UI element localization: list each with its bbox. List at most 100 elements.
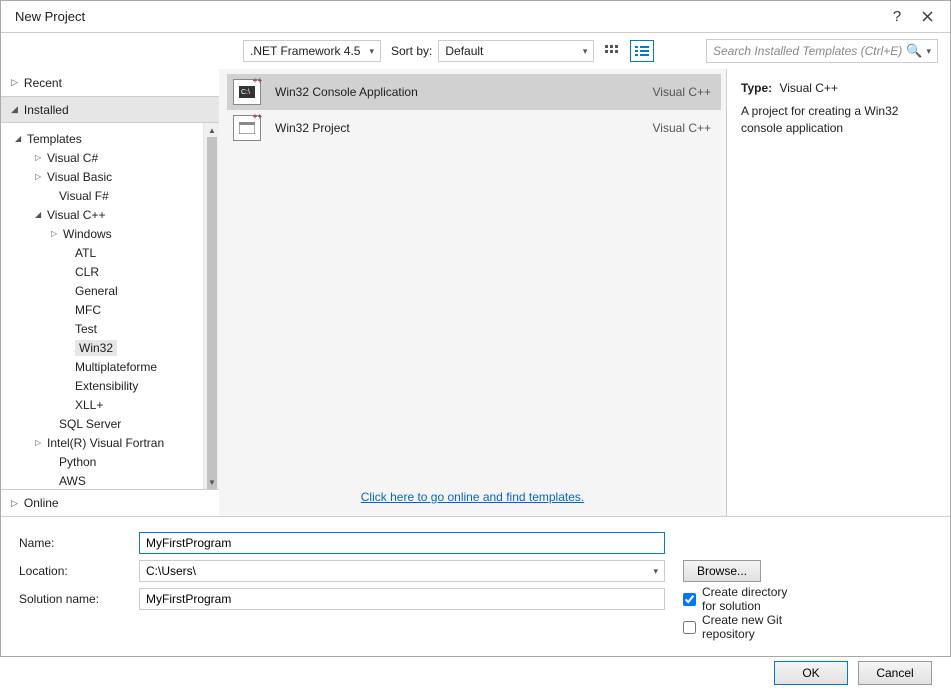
tree-node[interactable]: CLR — [1, 262, 203, 281]
tree-node[interactable]: ▷Visual C# — [1, 148, 203, 167]
project-name-input[interactable] — [139, 532, 665, 554]
online-templates-link[interactable]: Click here to go online and find templat… — [361, 490, 584, 504]
nav-online[interactable]: ▷ Online — [1, 489, 219, 516]
create-git-checkbox-label[interactable]: Create new Git repository — [683, 613, 803, 641]
tree-expand-icon: ◢ — [35, 210, 47, 219]
nav-recent[interactable]: ▷ Recent — [1, 69, 219, 96]
framework-value: .NET Framework 4.5 — [250, 44, 360, 58]
tree-node-label: Multiplateforme — [75, 360, 157, 374]
view-grid-button[interactable] — [600, 40, 624, 62]
chevron-down-icon: ▾ — [369, 46, 374, 57]
nav-installed-label: Installed — [24, 103, 69, 117]
tree-node[interactable]: ▷Visual Basic — [1, 167, 203, 186]
details-type-label: Type: — [741, 81, 772, 95]
tree-root-templates[interactable]: ◢ Templates — [1, 129, 203, 148]
search-icon: 🔍 — [906, 43, 922, 59]
name-label: Name: — [19, 536, 139, 550]
template-lang: Visual C++ — [653, 121, 711, 135]
scroll-down-icon[interactable]: ▼ — [204, 475, 219, 489]
template-list: C:\Win32 Console ApplicationVisual C++Wi… — [219, 69, 726, 146]
tree-node[interactable]: Win32 — [1, 338, 203, 357]
details-type-value: Visual C++ — [779, 81, 837, 95]
chevron-down-icon: ◢ — [11, 104, 18, 115]
scroll-thumb[interactable] — [207, 137, 217, 489]
ok-button[interactable]: OK — [774, 661, 848, 685]
tree-expand-icon: ▷ — [35, 153, 47, 162]
tree-node-label: ATL — [75, 246, 96, 260]
create-directory-checkbox-label[interactable]: Create directory for solution — [683, 585, 803, 613]
sortby-label: Sort by: — [391, 44, 432, 58]
help-button[interactable]: ? — [882, 5, 912, 29]
template-icon: C:\ — [233, 79, 261, 105]
nav-online-label: Online — [24, 496, 59, 510]
view-list-button[interactable] — [630, 40, 654, 62]
template-tree: ◢ Templates ▷Visual C#▷Visual BasicVisua… — [1, 123, 203, 489]
location-combo[interactable]: ▾ — [139, 560, 665, 582]
chevron-down-icon: ▾ — [926, 46, 931, 57]
tree-scrollbar[interactable]: ▲ ▼ — [203, 123, 219, 489]
sortby-value: Default — [445, 44, 483, 58]
tree-node-label: Visual C++ — [47, 208, 105, 222]
tree-node-label: Windows — [63, 227, 112, 241]
create-git-text: Create new Git repository — [702, 613, 803, 641]
tree-node[interactable]: SQL Server — [1, 414, 203, 433]
sortby-select[interactable]: Default ▾ — [438, 40, 594, 62]
chevron-down-icon: ▾ — [647, 566, 664, 577]
tree-node[interactable]: ◢Visual C++ — [1, 205, 203, 224]
template-item[interactable]: C:\Win32 Console ApplicationVisual C++ — [227, 74, 721, 110]
nav-installed[interactable]: ◢ Installed — [1, 96, 219, 123]
create-directory-text: Create directory for solution — [702, 585, 803, 613]
close-button[interactable] — [912, 5, 942, 29]
tree-node[interactable]: General — [1, 281, 203, 300]
tree-expand-icon: ▷ — [35, 438, 47, 447]
browse-button[interactable]: Browse... — [683, 560, 761, 582]
tree-node-label: Python — [59, 455, 96, 469]
tree-node[interactable]: Visual F# — [1, 186, 203, 205]
tree-node-label: Visual C# — [47, 151, 98, 165]
tree-node[interactable]: XLL+ — [1, 395, 203, 414]
tree-expand-icon: ▷ — [51, 229, 63, 238]
cancel-button[interactable]: Cancel — [858, 661, 932, 685]
search-input-wrapper[interactable]: 🔍 ▾ — [706, 39, 938, 63]
tree-node[interactable]: MFC — [1, 300, 203, 319]
tree-node[interactable]: ATL — [1, 243, 203, 262]
tree-node[interactable]: Multiplateforme — [1, 357, 203, 376]
scroll-up-icon[interactable]: ▲ — [204, 123, 219, 137]
chevron-right-icon: ▷ — [11, 498, 18, 509]
search-input[interactable] — [713, 44, 906, 58]
tree-node-label: General — [75, 284, 118, 298]
tree-node-label: Visual F# — [59, 189, 109, 203]
solution-name-input[interactable] — [139, 588, 665, 610]
svg-text:C:\: C:\ — [241, 89, 250, 96]
create-directory-checkbox[interactable] — [683, 593, 696, 606]
template-lang: Visual C++ — [653, 85, 711, 99]
tree-node-label: SQL Server — [59, 417, 121, 431]
framework-select[interactable]: .NET Framework 4.5 ▾ — [243, 40, 381, 62]
tree-node-label: Win32 — [75, 340, 117, 356]
nav-recent-label: Recent — [24, 76, 62, 90]
tree-node[interactable]: Extensibility — [1, 376, 203, 395]
tree-node[interactable]: Test — [1, 319, 203, 338]
create-git-checkbox[interactable] — [683, 621, 696, 634]
tree-node[interactable]: Python — [1, 452, 203, 471]
template-details: Type: Visual C++ A project for creating … — [726, 69, 950, 516]
location-input[interactable] — [140, 564, 647, 578]
tree-node-label: Intel(R) Visual Fortran — [47, 436, 164, 450]
tree-node-label: XLL+ — [75, 398, 103, 412]
tree-node-label: CLR — [75, 265, 99, 279]
solution-name-label: Solution name: — [19, 592, 139, 606]
template-item[interactable]: Win32 ProjectVisual C++ — [227, 110, 721, 146]
tree-node[interactable]: ▷Intel(R) Visual Fortran — [1, 433, 203, 452]
details-description: A project for creating a Win32 console a… — [741, 103, 936, 137]
online-templates-link-wrapper: Click here to go online and find templat… — [219, 480, 726, 516]
window-title: New Project — [15, 9, 882, 24]
tree-node-label: Extensibility — [75, 379, 138, 393]
template-icon — [233, 115, 261, 141]
tree-node[interactable]: ▷Windows — [1, 224, 203, 243]
location-label: Location: — [19, 564, 139, 578]
tree-node[interactable]: AWS — [1, 471, 203, 489]
tree-node-label: AWS — [59, 474, 86, 488]
tree-expand-icon: ▷ — [35, 172, 47, 181]
tree-node-label: Templates — [27, 132, 82, 146]
template-name: Win32 Project — [275, 121, 653, 135]
